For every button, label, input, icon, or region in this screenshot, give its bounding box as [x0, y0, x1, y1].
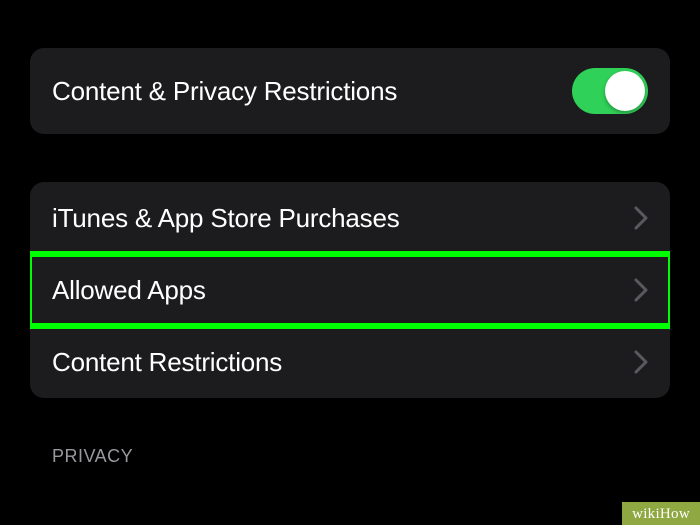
allowed-apps-label: Allowed Apps [52, 275, 206, 306]
chevron-right-icon [634, 206, 648, 230]
toggle-knob [605, 71, 645, 111]
toggle-group: Content & Privacy Restrictions [30, 48, 670, 134]
allowed-apps-row[interactable]: Allowed Apps [30, 254, 670, 326]
content-privacy-restrictions-label: Content & Privacy Restrictions [52, 76, 397, 107]
itunes-appstore-purchases-row[interactable]: iTunes & App Store Purchases [30, 182, 670, 254]
content-privacy-restrictions-row[interactable]: Content & Privacy Restrictions [30, 48, 670, 134]
menu-group: iTunes & App Store Purchases Allowed App… [30, 182, 670, 398]
wikihow-watermark: wikiHow [622, 502, 700, 525]
itunes-appstore-label: iTunes & App Store Purchases [52, 203, 400, 234]
chevron-right-icon [634, 350, 648, 374]
content-privacy-toggle[interactable] [572, 68, 648, 114]
content-restrictions-label: Content Restrictions [52, 347, 282, 378]
chevron-right-icon [634, 278, 648, 302]
privacy-section-header: PRIVACY [30, 446, 670, 467]
content-restrictions-row[interactable]: Content Restrictions [30, 326, 670, 398]
